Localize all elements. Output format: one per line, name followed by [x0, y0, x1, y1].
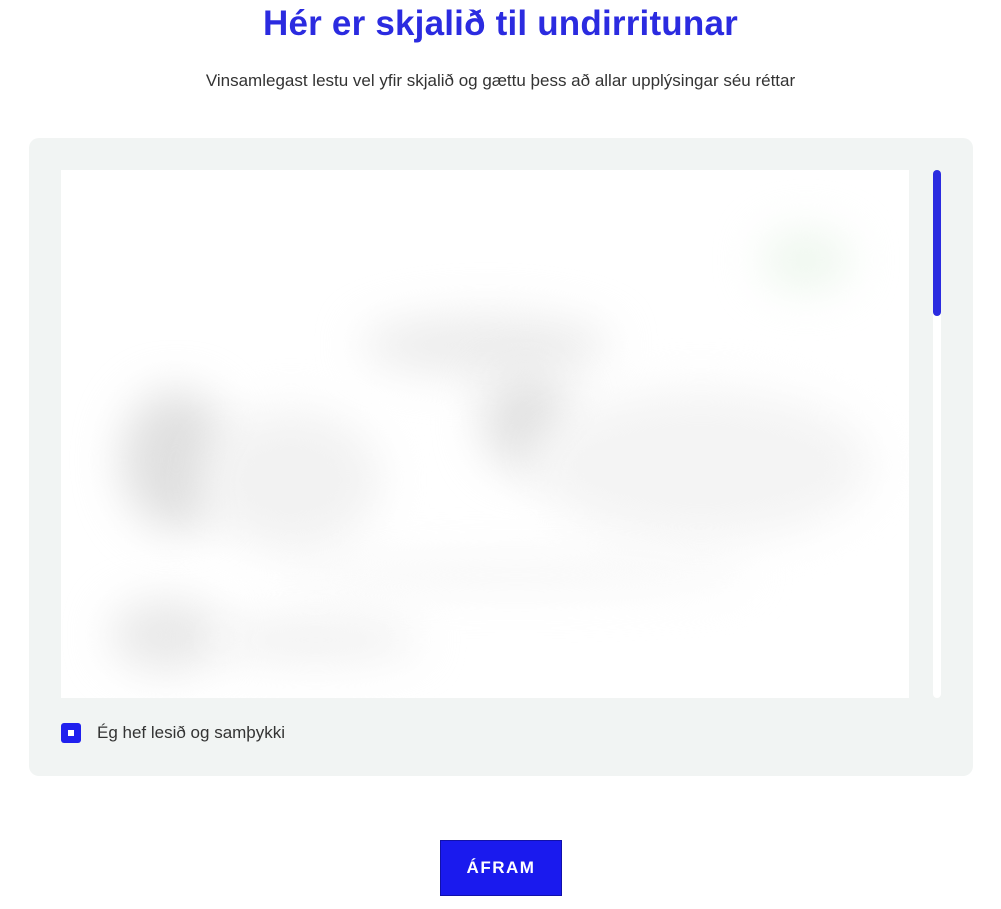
scrollbar-thumb[interactable] — [933, 170, 941, 316]
page-title: Hér er skjalið til undirritunar — [263, 4, 738, 43]
document-preview[interactable] — [61, 170, 909, 698]
agree-checkbox-label: Ég hef lesið og samþykki — [97, 723, 286, 742]
blurred-footer-text — [211, 620, 421, 660]
checkbox-check-icon — [68, 730, 74, 736]
blurred-text-right — [531, 390, 871, 540]
agree-checkbox[interactable] — [61, 723, 81, 743]
blurred-heading — [361, 315, 611, 375]
blurred-line — [281, 560, 751, 590]
continue-button[interactable]: ÁFRAM — [440, 840, 562, 896]
agree-checkbox-row[interactable]: Ég hef lesið og samþykki — [61, 722, 285, 744]
document-panel: Ég hef lesið og samþykki — [29, 138, 973, 776]
blurred-text-left — [201, 410, 381, 550]
document-scrollbar[interactable] — [933, 170, 941, 698]
blurred-logo — [761, 230, 851, 290]
page-subtitle: Vinsamlegast lestu vel yfir skjalið og g… — [205, 71, 796, 90]
blurred-footer-block — [111, 600, 221, 670]
